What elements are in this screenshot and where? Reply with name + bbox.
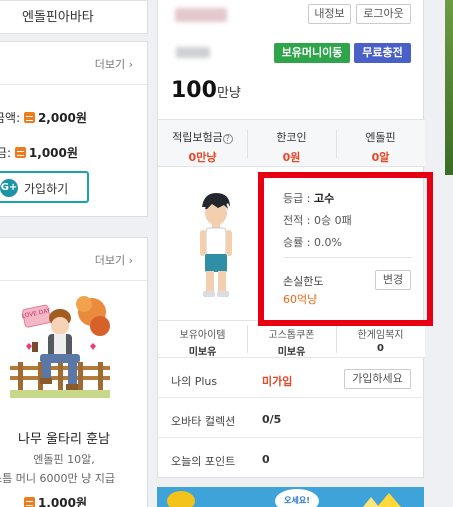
collection-label[interactable]: 오바타 컬렉션 <box>171 413 235 429</box>
left-top-panel: 엔돌핀아바타 <box>0 0 148 34</box>
coin-icon <box>24 497 35 507</box>
coin-icon <box>14 147 26 158</box>
plus-join-button[interactable]: 가입하세요 <box>344 369 411 389</box>
right-edge-banner <box>445 0 453 175</box>
endorphin-avatar-title[interactable]: 엔돌핀아바타 <box>22 6 94 25</box>
avatar-product-price: 1,000원 <box>24 494 87 507</box>
free-charge-button[interactable]: 무료충전 <box>354 43 411 63</box>
cell-gostop-coupon[interactable]: 고스톱쿠폰 미보유 <box>247 326 336 358</box>
blurred-username <box>175 8 227 22</box>
blurred-user-id <box>176 47 210 58</box>
g-plus-icon: G+ <box>0 179 18 197</box>
cell-items[interactable]: 보유아이템 미보유 <box>158 326 247 358</box>
plus-status: 미가입 <box>262 375 293 388</box>
coin-icon <box>23 112 35 123</box>
divider <box>158 397 425 398</box>
money-amount: 100만냥 <box>171 78 241 103</box>
plus-label: 나의 Plus <box>171 375 218 388</box>
cell-welfare[interactable]: 한게임복지 0 <box>336 326 425 354</box>
balance-row-2: 금: 1,000원 <box>0 146 78 160</box>
balance-row-1: 금액: 2,000원 <box>0 111 87 125</box>
my-info-button[interactable]: 내정보 <box>308 4 351 24</box>
stat-insurance[interactable]: 적립보험금? 0만냥 <box>158 129 247 165</box>
more-link-balance[interactable]: 더보기 › <box>95 56 133 72</box>
highlight-box <box>258 172 433 326</box>
divider <box>158 437 425 438</box>
divider <box>0 280 147 281</box>
left-avatar-shop-panel: 더보기 › LOVE DAY 나무 울타리 훈남 엔돌핀 10알, 스틈 머니 … <box>0 237 148 507</box>
divider <box>0 84 147 85</box>
join-button[interactable]: G+ 가입하기 <box>0 171 89 203</box>
money-transfer-button[interactable]: 보유머니이동 <box>274 43 350 63</box>
promo-banner[interactable]: 오세요! <box>157 487 424 507</box>
more-link-avatars[interactable]: 더보기 › <box>95 252 133 268</box>
stats-strip: 적립보험금? 0만냥 한코인 0원 엔돌핀 0알 <box>158 119 425 167</box>
banner-art: 오세요! <box>157 487 424 507</box>
avatar-product-image[interactable]: LOVE DAY <box>10 296 110 398</box>
left-balance-panel: 더보기 › 금액: 2,000원 금: 1,000원 G+ 가입하기 <box>0 41 148 217</box>
stat-endorphin[interactable]: 엔돌핀 0알 <box>336 129 425 165</box>
avatar-product-desc-1: 엔돌핀 10알, <box>33 453 95 466</box>
avatar-product-name[interactable]: 나무 울타리 훈남 <box>0 428 128 447</box>
avatar-product-desc-2: 스틈 머니 6000만 냥 지급 <box>0 472 115 485</box>
avatar-illustration: LOVE DAY <box>10 296 110 398</box>
banner-text: 오세요! <box>284 495 310 505</box>
points-value: 0 <box>262 453 270 466</box>
stat-hancoin[interactable]: 한코인 0원 <box>247 129 336 165</box>
user-avatar[interactable] <box>194 191 238 303</box>
logout-button[interactable]: 로그아웃 <box>356 4 411 24</box>
collection-value: 0/5 <box>262 413 282 426</box>
points-label[interactable]: 오늘의 포인트 <box>171 453 235 469</box>
help-icon[interactable]: ? <box>222 134 233 144</box>
